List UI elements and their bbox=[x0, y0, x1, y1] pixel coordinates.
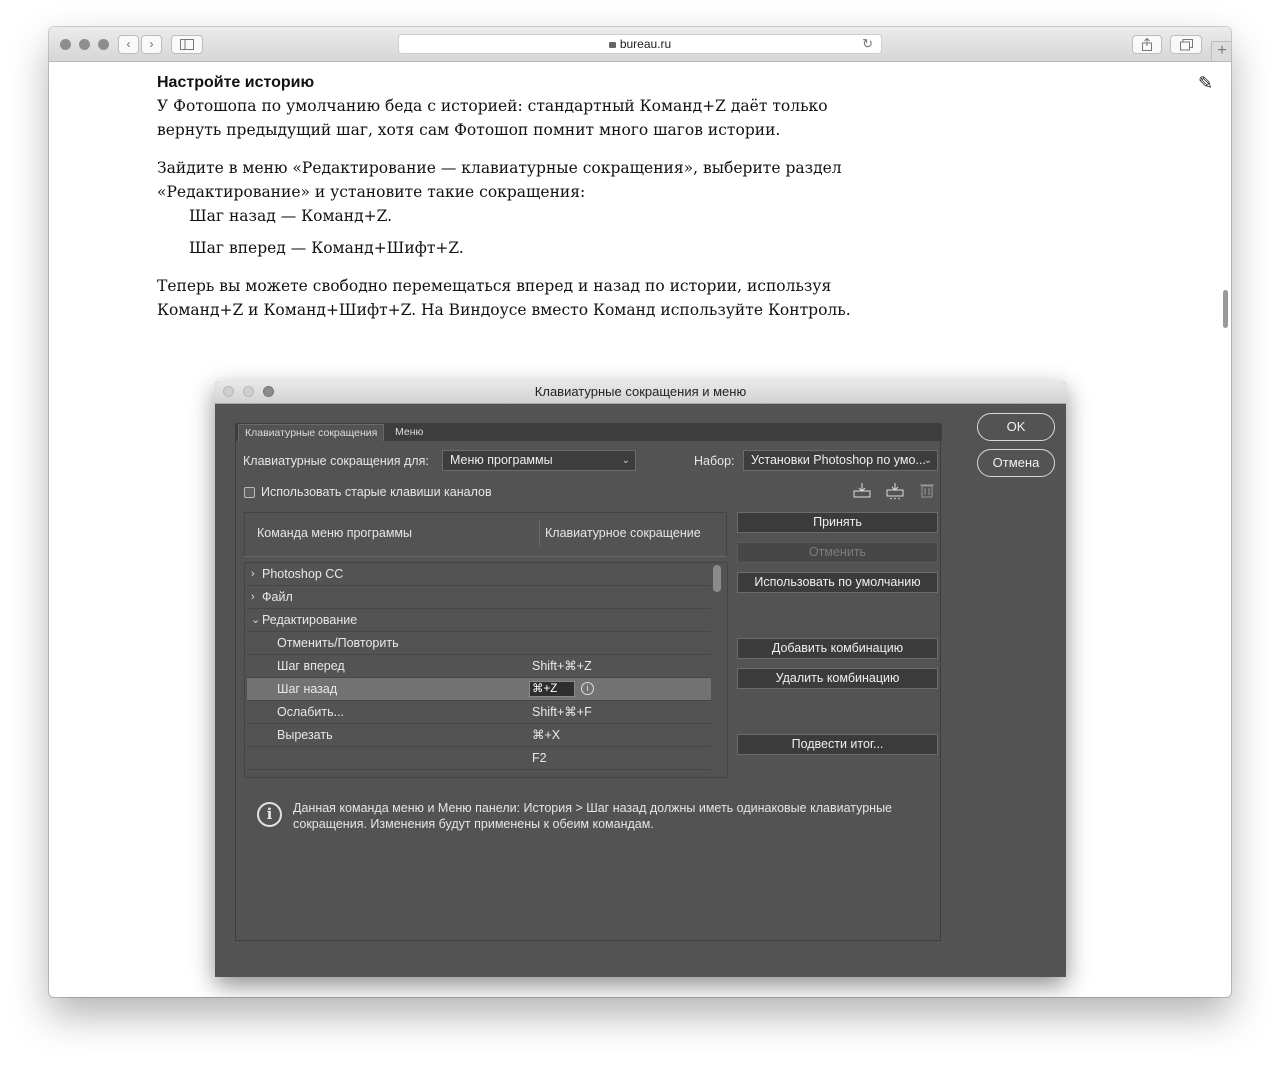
tabs-overview-button[interactable] bbox=[1170, 35, 1202, 54]
undo-button[interactable]: Отменить bbox=[737, 542, 938, 563]
table-row[interactable]: › Photoshop CC bbox=[247, 563, 711, 586]
sidebar-icon bbox=[180, 39, 194, 50]
table-row[interactable]: › Файл bbox=[247, 586, 711, 609]
row-command: Вырезать bbox=[277, 728, 333, 742]
new-tab-button[interactable]: + bbox=[1211, 41, 1231, 61]
row-command: Photoshop CC bbox=[262, 567, 344, 581]
save-set-as-icon[interactable] bbox=[886, 482, 904, 500]
row-command: Редактирование bbox=[262, 613, 358, 627]
ok-button[interactable]: OK bbox=[977, 413, 1055, 441]
accept-button[interactable]: Принять bbox=[737, 512, 938, 533]
add-shortcut-button[interactable]: Добавить комбинацию bbox=[737, 638, 938, 659]
shortcut-forward-line: Шаг вперед — Команд+Шифт+Z. bbox=[189, 239, 464, 257]
zoom-window-button[interactable] bbox=[98, 39, 109, 50]
shortcuts-for-label: Клавиатурные сокращения для: bbox=[243, 454, 429, 468]
back-button[interactable]: ‹ bbox=[118, 35, 139, 54]
summarize-button[interactable]: Подвести итог... bbox=[737, 734, 938, 755]
row-shortcut: Shift+⌘+Z bbox=[532, 659, 592, 673]
shortcuts-for-select[interactable]: Меню программы ⌄ bbox=[442, 450, 636, 471]
column-header-shortcut: Клавиатурное сокращение bbox=[545, 526, 701, 540]
chevron-left-icon: ‹ bbox=[126, 37, 131, 51]
tab-keyboard-shortcuts[interactable]: Клавиатурные сокращения bbox=[238, 424, 385, 441]
shortcut-edit-field[interactable]: ⌘+Z bbox=[529, 681, 575, 697]
table-row[interactable]: Отменить/Повторить bbox=[247, 632, 711, 655]
column-divider bbox=[539, 521, 540, 547]
chevron-right-icon[interactable]: › bbox=[251, 563, 255, 585]
save-set-icon[interactable] bbox=[853, 482, 871, 498]
info-icon: i bbox=[257, 802, 282, 827]
pencil-icon[interactable]: ✎ bbox=[1198, 73, 1213, 94]
shortcut-back-line: Шаг назад — Команд+Z. bbox=[189, 207, 393, 225]
row-command: Шаг вперед bbox=[277, 659, 345, 673]
chevron-down-icon[interactable]: ⌄ bbox=[251, 609, 260, 631]
chevron-right-icon: › bbox=[149, 37, 154, 51]
article-paragraph-2: Зайдите в меню «Редактирование — клавиат… bbox=[157, 159, 842, 201]
url-text: bureau.ru bbox=[619, 37, 672, 51]
lock-icon bbox=[608, 42, 616, 48]
trash-icon[interactable] bbox=[920, 482, 934, 498]
set-value: Установки Photoshop по умо... bbox=[751, 453, 926, 467]
page-scrollbar[interactable] bbox=[1223, 290, 1228, 328]
row-command: Файл bbox=[262, 590, 293, 604]
article-paragraph-1: У Фотошопа по умолчанию беда с историей:… bbox=[157, 97, 828, 139]
close-window-button[interactable] bbox=[60, 39, 71, 50]
info-message: Данная команда меню и Меню панели: Истор… bbox=[293, 801, 893, 831]
row-command: Ослабить... bbox=[277, 705, 345, 719]
article-paragraph-3: Теперь вы можете свободно перемещаться в… bbox=[157, 277, 851, 319]
share-icon bbox=[1142, 37, 1152, 51]
legacy-channel-shortcuts-label: Использовать старые клавиши каналов bbox=[261, 485, 492, 499]
shortcuts-panel: Клавиатурные сокращения Меню Клавиатурны… bbox=[235, 423, 942, 941]
dialog-minimize-button[interactable] bbox=[243, 386, 254, 397]
table-row[interactable]: ⌄ Редактирование bbox=[247, 609, 711, 632]
dialog-tabs: Клавиатурные сокращения Меню bbox=[236, 424, 942, 441]
row-shortcut: ⌘+X bbox=[532, 728, 561, 742]
forward-button[interactable]: › bbox=[141, 35, 162, 54]
set-select[interactable]: Установки Photoshop по умо... ⌄ bbox=[743, 450, 938, 471]
keyboard-shortcuts-dialog: Клавиатурные сокращения и меню Клавиатур… bbox=[215, 381, 1066, 977]
legacy-channel-shortcuts-checkbox[interactable] bbox=[244, 487, 255, 498]
set-label: Набор: bbox=[694, 454, 735, 468]
reload-icon[interactable]: ↻ bbox=[862, 35, 873, 53]
sidebar-button[interactable] bbox=[171, 35, 203, 54]
row-command: Шаг назад bbox=[277, 682, 338, 696]
share-button[interactable] bbox=[1132, 35, 1162, 54]
delete-shortcut-button[interactable]: Удалить комбинацию bbox=[737, 668, 938, 689]
column-header-command: Команда меню программы bbox=[257, 526, 413, 540]
dialog-zoom-button[interactable] bbox=[263, 386, 274, 397]
row-shortcut: F2 bbox=[532, 751, 547, 765]
minimize-window-button[interactable] bbox=[79, 39, 90, 50]
row-shortcut: Shift+⌘+F bbox=[532, 705, 592, 719]
info-icon[interactable]: i bbox=[581, 682, 594, 695]
dialog-title: Клавиатурные сокращения и меню bbox=[534, 384, 747, 399]
table-row-selected[interactable]: Шаг назад ⌘+Z i bbox=[247, 678, 711, 701]
dialog-titlebar: Клавиатурные сокращения и меню bbox=[215, 381, 1066, 404]
plus-icon: + bbox=[1217, 42, 1227, 59]
table-row[interactable]: Шаг вперед Shift+⌘+Z bbox=[247, 655, 711, 678]
row-command: Отменить/Повторить bbox=[277, 636, 399, 650]
address-bar[interactable]: bureau.ru ↻ bbox=[398, 34, 882, 54]
table-row[interactable]: F2 bbox=[247, 747, 711, 770]
table-row[interactable]: Вырезать ⌘+X bbox=[247, 724, 711, 747]
table-row[interactable]: Ослабить... Shift+⌘+F bbox=[247, 701, 711, 724]
browser-toolbar: ‹ › bureau.ru ↻ + bbox=[49, 27, 1231, 62]
chevron-down-icon: ⌄ bbox=[923, 455, 932, 466]
chevron-right-icon[interactable]: › bbox=[251, 586, 255, 608]
shortcuts-for-value: Меню программы bbox=[450, 453, 553, 467]
table-header: Команда меню программы Клавиатурное сокр… bbox=[244, 512, 727, 557]
article: Настройте историю У Фотошопа по умолчани… bbox=[157, 72, 857, 336]
table-scrollbar[interactable] bbox=[713, 565, 721, 592]
browser-window: ‹ › bureau.ru ↻ + Настройте историю У Фо… bbox=[49, 27, 1231, 997]
tab-menus[interactable]: Меню bbox=[389, 424, 429, 441]
dialog-close-button[interactable] bbox=[223, 386, 234, 397]
shortcuts-table: › Photoshop CC › Файл ⌄ Редактирование О… bbox=[244, 562, 728, 778]
chevron-down-icon: ⌄ bbox=[621, 455, 630, 466]
article-heading: Настройте историю bbox=[157, 74, 315, 91]
page-content: Настройте историю У Фотошопа по умолчани… bbox=[49, 62, 1231, 997]
tabs-icon bbox=[1179, 39, 1193, 51]
cancel-button[interactable]: Отмена bbox=[977, 449, 1055, 477]
use-default-button[interactable]: Использовать по умолчанию bbox=[737, 572, 938, 593]
